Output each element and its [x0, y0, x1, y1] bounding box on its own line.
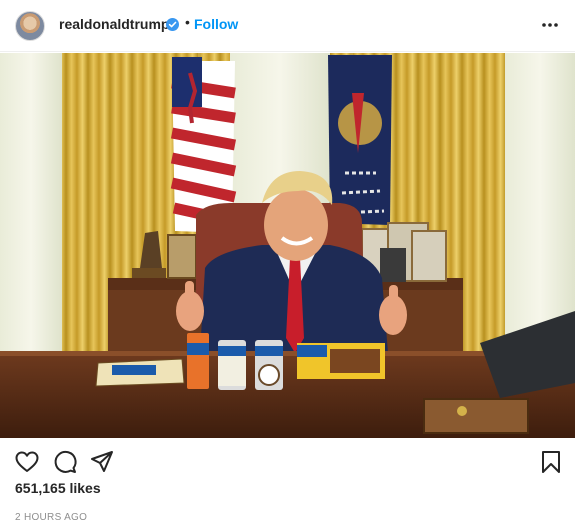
post-image[interactable] — [0, 53, 575, 438]
verified-badge-icon — [166, 18, 179, 31]
presidential-flag — [328, 53, 392, 225]
oval-office-photo — [0, 53, 575, 438]
separator-dot: • — [185, 14, 190, 30]
post-timestamp[interactable]: 2 HOURS AGO — [15, 512, 87, 523]
paper-plane-icon[interactable] — [89, 449, 115, 475]
bookmark-icon[interactable] — [538, 449, 564, 475]
comment-bubble-icon[interactable] — [52, 449, 78, 475]
post-header: realdonaldtrump • Follow — [0, 0, 575, 52]
username[interactable]: realdonaldtrump — [59, 16, 169, 32]
avatar[interactable] — [15, 11, 45, 41]
follow-button[interactable]: Follow — [194, 16, 238, 32]
action-bar — [0, 446, 575, 476]
likes-count[interactable]: 651,165 likes — [15, 480, 101, 496]
more-options-icon[interactable] — [540, 17, 560, 33]
heart-icon[interactable] — [14, 449, 40, 475]
